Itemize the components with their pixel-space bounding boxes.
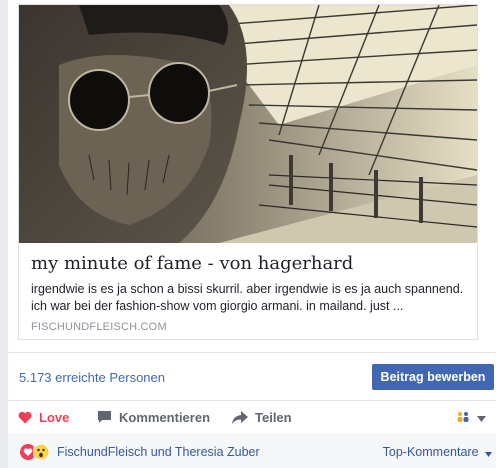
reactions-row: FischundFleisch und Theresia Zuber Top-K…	[8, 433, 496, 468]
share-icon	[232, 410, 248, 424]
reach-count-link[interactable]: 5.173 erreichte Personen	[19, 370, 165, 385]
caret-down-icon	[477, 410, 486, 425]
link-preview[interactable]: my minute of fame - von hagerhard irgend…	[18, 4, 478, 340]
boost-post-button[interactable]: Beitrag bewerben	[372, 364, 494, 390]
top-comments-label: Top-Kommentare	[382, 445, 479, 459]
preview-image[interactable]	[19, 5, 477, 243]
feed-background	[0, 0, 8, 468]
share-label: Teilen	[255, 409, 292, 425]
love-label: Love	[39, 409, 70, 425]
reach-row: 5.173 erreichte Personen Beitrag bewerbe…	[8, 352, 496, 401]
audience-selector[interactable]	[456, 401, 486, 433]
heart-icon	[18, 411, 32, 424]
preview-title[interactable]: my minute of fame - von hagerhard	[31, 253, 467, 274]
post-card: my minute of fame - von hagerhard irgend…	[0, 0, 496, 468]
comment-icon	[97, 410, 112, 424]
comment-button[interactable]: Kommentieren	[97, 401, 210, 433]
love-button[interactable]: Love	[18, 401, 69, 433]
post-actions: Love Kommentieren Teilen	[8, 400, 496, 434]
caret-down-icon	[485, 446, 492, 460]
share-button[interactable]: Teilen	[232, 401, 292, 433]
preview-domain: FISCHUNDFLEISCH.COM	[31, 321, 167, 333]
comment-label: Kommentieren	[119, 409, 211, 425]
preview-description: irgendwie is es ja schon a bissi skurril…	[31, 282, 464, 313]
wow-reaction-icon	[32, 443, 50, 465]
friends-icon	[456, 411, 470, 423]
top-comments-dropdown[interactable]: Top-Kommentare	[383, 445, 492, 460]
reaction-names-link[interactable]: FischundFleisch und Theresia Zuber	[57, 445, 260, 459]
reaction-icons[interactable]	[20, 443, 50, 465]
